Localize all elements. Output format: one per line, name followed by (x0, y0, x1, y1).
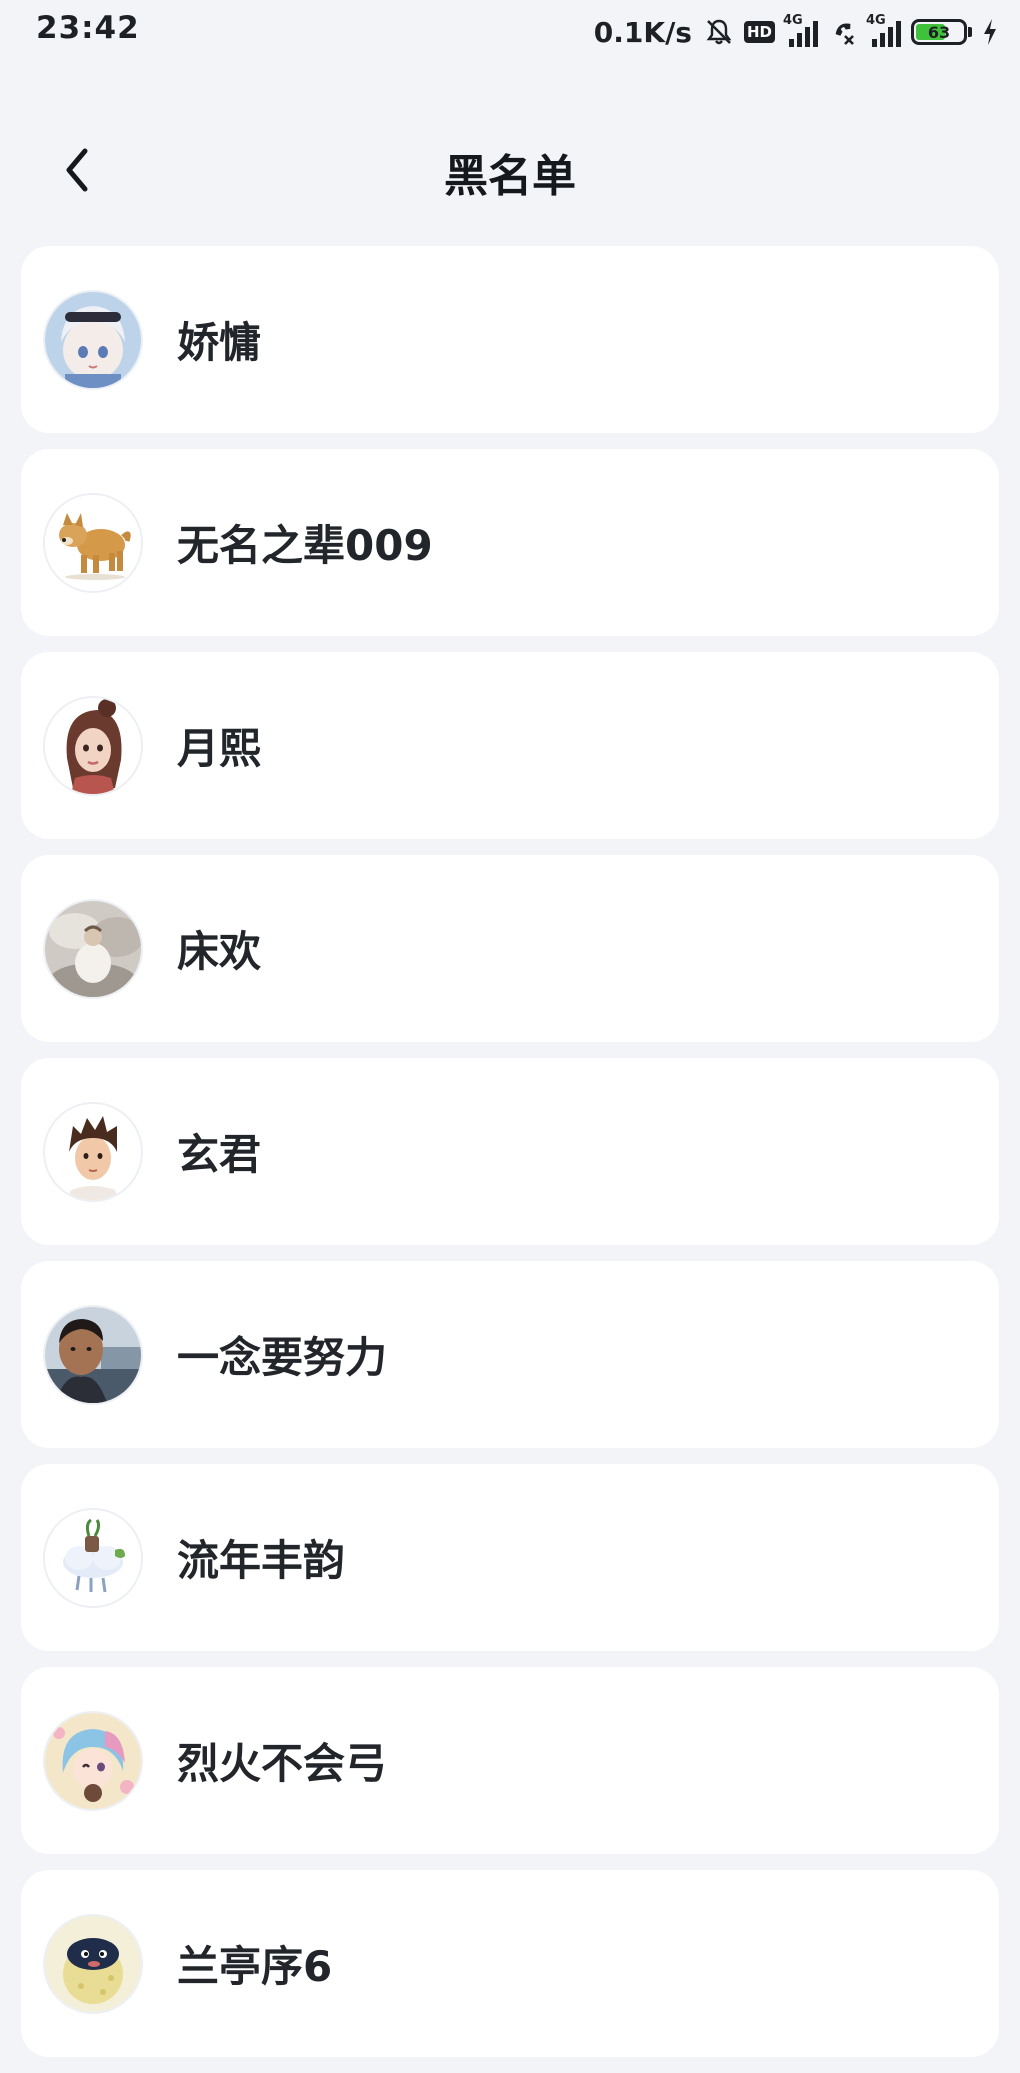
status-icons: 0.1K/s HD 4G 4G 63 (594, 12, 998, 52)
list-item[interactable]: 无名之辈009 (21, 449, 999, 636)
status-bar: 23:42 0.1K/s HD 4G 4G 63 (0, 0, 1020, 64)
signal-icon: 4G (783, 13, 818, 47)
header: 黑名单 (0, 118, 1020, 222)
list-item[interactable]: 烈火不会弓 (21, 1667, 999, 1854)
avatar (43, 1507, 143, 1608)
avatar (43, 898, 143, 999)
avatar (43, 492, 143, 593)
list-item[interactable]: 月熙 (21, 652, 999, 839)
list-item[interactable]: 兰亭序6 (21, 1870, 999, 2057)
battery-icon: 63 (911, 19, 972, 45)
blacklist: 娇慵 无名之辈009 月熙 床欢 玄君 一念要努力 流年丰韵 烈火不会弓 兰亭序… (21, 246, 999, 2073)
user-name: 床欢 (177, 927, 262, 976)
list-item[interactable]: 床欢 (21, 855, 999, 1042)
page-title: 黑名单 (444, 151, 576, 202)
user-name: 一念要努力 (177, 1333, 388, 1382)
avatar (43, 1913, 143, 2014)
bell-muted-icon (704, 17, 734, 47)
status-time: 23:42 (36, 10, 140, 46)
avatar (43, 1710, 143, 1811)
list-item[interactable]: 娇慵 (21, 246, 999, 433)
list-item[interactable]: 一念要努力 (21, 1261, 999, 1448)
avatar (43, 695, 143, 796)
battery-percent: 63 (927, 22, 951, 42)
avatar (43, 1304, 143, 1405)
user-name: 烈火不会弓 (177, 1739, 388, 1788)
avatar (43, 1101, 143, 1202)
charging-icon (982, 18, 998, 46)
user-name: 流年丰韵 (177, 1536, 346, 1585)
user-name: 玄君 (177, 1130, 262, 1179)
list-item[interactable]: 玄君 (21, 1058, 999, 1245)
avatar (43, 289, 143, 390)
network-type: 4G (783, 13, 803, 28)
list-item[interactable]: 流年丰韵 (21, 1464, 999, 1651)
hd-badge: HD (743, 21, 775, 43)
user-name: 无名之辈009 (177, 521, 433, 570)
signal-icon-2: 4G (866, 13, 901, 47)
call-failed-icon (828, 17, 858, 47)
user-name: 兰亭序6 (177, 1942, 333, 1991)
user-name: 娇慵 (177, 318, 262, 367)
network-speed: 0.1K/s (593, 15, 692, 49)
user-name: 月熙 (177, 724, 262, 773)
network-type-2: 4G (866, 13, 886, 28)
